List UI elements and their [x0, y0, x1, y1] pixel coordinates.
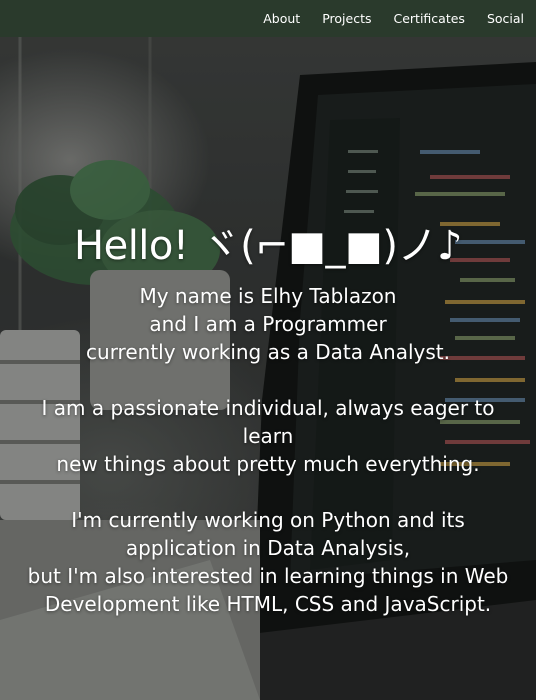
intro-paragraph: My name is Elhy Tablazon and I am a Prog…	[0, 282, 536, 366]
intro-line: currently working as a Data Analyst.	[86, 340, 450, 364]
intro-line: My name is Elhy Tablazon	[139, 284, 397, 308]
nav-link-certificates[interactable]: Certificates	[393, 11, 464, 26]
page: About Projects Certificates Social Hello…	[0, 0, 536, 700]
nav-link-social[interactable]: Social	[487, 11, 524, 26]
passion-line: new things about pretty much everything.	[56, 452, 480, 476]
hero-title: Hello! ヾ(⌐■_■)ノ♪	[74, 223, 462, 269]
current-work-line: I'm currently working on Python and its …	[71, 508, 465, 560]
nav-link-about[interactable]: About	[263, 11, 300, 26]
nav-link-projects[interactable]: Projects	[322, 11, 371, 26]
intro-line: and I am a Programmer	[149, 312, 387, 336]
top-navigation: About Projects Certificates Social	[0, 0, 536, 37]
current-work-paragraph: I'm currently working on Python and its …	[0, 506, 536, 618]
passion-paragraph: I am a passionate individual, always eag…	[0, 394, 536, 478]
hero-section: Hello! ヾ(⌐■_■)ノ♪ My name is Elhy Tablazo…	[0, 218, 536, 646]
current-work-line: but I'm also interested in learning thin…	[27, 564, 509, 616]
passion-line: I am a passionate individual, always eag…	[41, 396, 495, 448]
